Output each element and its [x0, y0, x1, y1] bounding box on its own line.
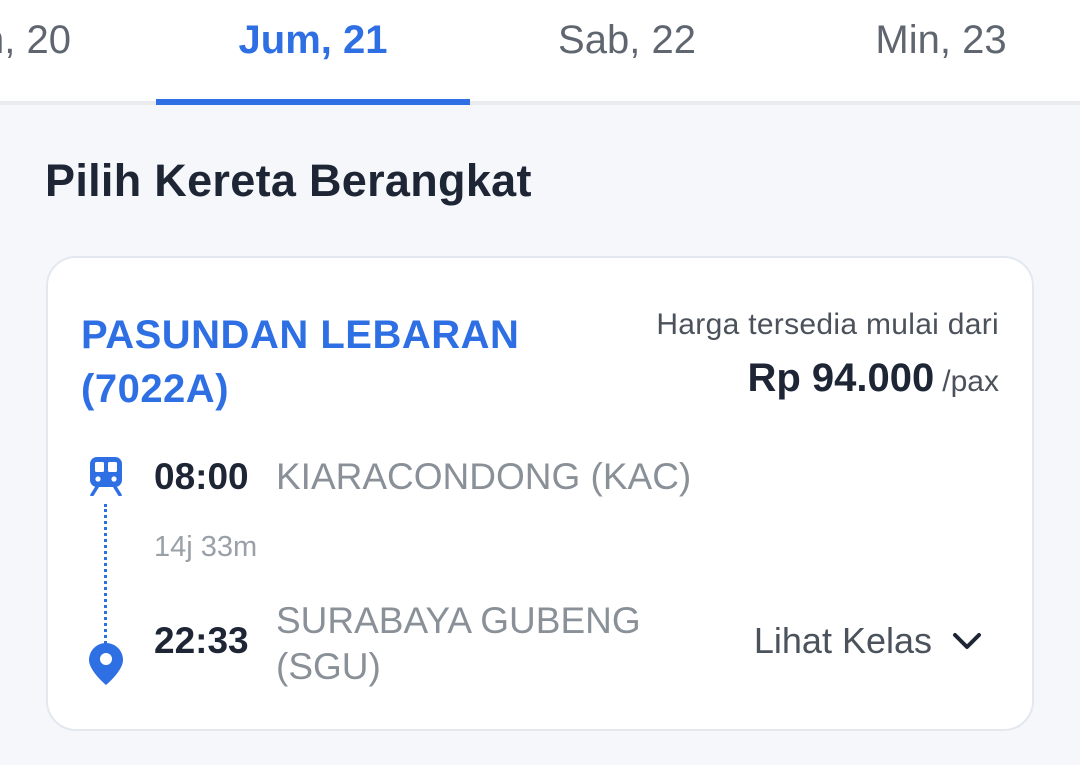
section-title: Pilih Kereta Berangkat: [45, 155, 532, 206]
active-tab-indicator: [156, 99, 470, 105]
date-tab-21[interactable]: Jum, 21: [156, 0, 470, 101]
train-name: PASUNDAN LEBARAN (7022A): [81, 313, 520, 411]
train-icon: [90, 457, 122, 496]
departure-time: 08:00: [154, 456, 249, 497]
price-value: Rp 94.000: [747, 356, 935, 400]
view-class-button[interactable]: Lihat Kelas: [754, 620, 982, 662]
trip-duration: 14j 33m: [154, 531, 258, 563]
arrival-time: 22:33: [154, 620, 249, 661]
price-row: Rp 94.000/pax: [748, 356, 1000, 401]
date-tab-bar: n, 20 Jum, 21 Sab, 22 Min, 23: [0, 0, 1080, 105]
departure-station: KIARACONDONG (KAC): [276, 456, 692, 497]
route-dotted-line: [104, 504, 107, 644]
date-tab-20[interactable]: n, 20: [0, 0, 92, 101]
date-tab-23[interactable]: Min, 23: [784, 0, 1080, 101]
location-pin-icon: [89, 643, 123, 685]
price-label: Harga tersedia mulai dari: [656, 308, 999, 341]
price-unit: /pax: [942, 365, 999, 398]
date-tab-22[interactable]: Sab, 22: [470, 0, 784, 101]
view-class-label: Lihat Kelas: [753, 620, 932, 661]
arrival-station: SURABAYA GUBENG (SGU): [276, 600, 641, 687]
chevron-down-icon: [953, 633, 981, 649]
train-card[interactable]: PASUNDAN LEBARAN (7022A) Harga tersedia …: [46, 256, 1034, 731]
